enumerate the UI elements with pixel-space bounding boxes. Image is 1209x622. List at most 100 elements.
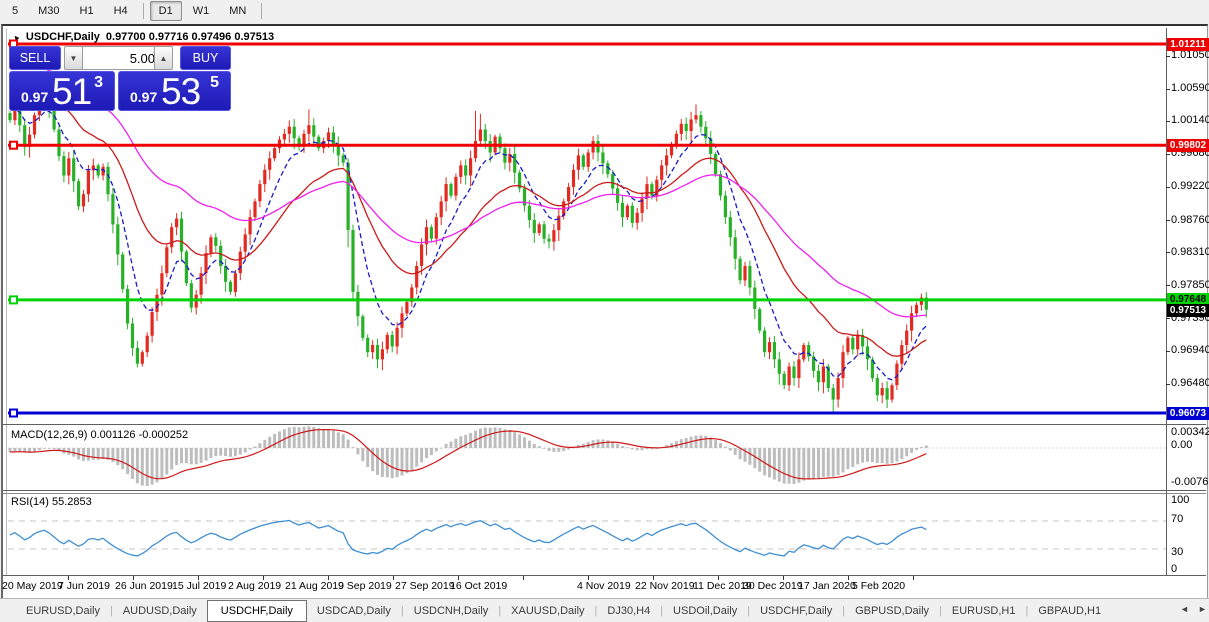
tab-usdoil-daily[interactable]: USDOil,Daily (663, 601, 747, 621)
candle-body (170, 227, 174, 248)
tf-button-W1[interactable]: W1 (184, 1, 219, 21)
macd-histogram-bar (567, 448, 571, 450)
tab-eurusd-daily[interactable]: EURUSD,Daily (16, 601, 110, 621)
macd-histogram-bar (150, 448, 154, 485)
candle-body (179, 218, 184, 252)
macd-histogram-bar (425, 448, 428, 458)
tf-button-5[interactable]: 5 (3, 1, 27, 21)
candle-body (699, 115, 703, 127)
candle-body (748, 266, 752, 288)
date-tick-mark (718, 576, 719, 580)
macd-histogram-bar (248, 448, 252, 450)
macd-histogram-bar (155, 448, 159, 483)
macd-histogram-bar (861, 448, 865, 463)
hline-handle-0.97648[interactable] (9, 295, 18, 305)
macd-histogram-bar (356, 448, 360, 455)
macd-histogram-bar (273, 433, 277, 448)
sell-price-digits: 51 (52, 71, 92, 112)
tf-button-H1[interactable]: H1 (71, 1, 103, 21)
candle-body (576, 155, 580, 170)
tf-button-MN[interactable]: MN (220, 1, 255, 21)
candle-body (689, 119, 693, 131)
hline-handle-0.96073[interactable] (9, 408, 18, 418)
macd-histogram-bar (870, 448, 874, 463)
macd-histogram-bar (645, 448, 649, 450)
candle-body (189, 283, 193, 308)
candle-body (542, 224, 546, 239)
pane-separator[interactable] (3, 490, 1206, 491)
candle-body (459, 165, 463, 177)
sell-price-button[interactable]: 0.97 51 3 (9, 71, 115, 112)
candle-body (160, 273, 164, 295)
price-tick-mark (1166, 252, 1170, 254)
candle-body (469, 158, 473, 176)
candle-body (380, 349, 384, 360)
candle-body (444, 184, 448, 202)
macd-histogram-bar (523, 437, 526, 448)
buy-price-button[interactable]: 0.97 53 5 (118, 71, 231, 112)
candle-body (385, 334, 389, 350)
candle-body (307, 125, 311, 134)
macd-histogram-bar (851, 448, 855, 467)
macd-histogram-bar (405, 448, 409, 474)
buy-button[interactable]: BUY (180, 46, 231, 70)
tab-scroll-left-icon[interactable]: ◄ (1180, 604, 1189, 614)
macd-tick-label: 0.003428 (1171, 426, 1209, 438)
macd-histogram-bar (738, 448, 742, 460)
tf-button-M30[interactable]: M30 (29, 1, 68, 21)
candle-body (581, 155, 585, 167)
tf-button-D1[interactable]: D1 (149, 1, 182, 21)
tab-scroll-right-icon[interactable]: ► (1198, 604, 1207, 614)
price-tick-label: 0.97850 (1171, 278, 1209, 291)
candle-body (635, 212, 639, 223)
date-label: 15 Jul 2019 (172, 580, 227, 592)
tab-gbpaud-h1[interactable]: GBPAUD,H1 (1028, 601, 1111, 621)
sell-price-pip: 3 (94, 74, 103, 91)
tab-eurusd-h1[interactable]: EURUSD,H1 (942, 601, 1026, 621)
candle-body (420, 244, 424, 266)
macd-histogram-bar (900, 448, 904, 460)
volume-decrease-button[interactable]: ▼ (64, 46, 83, 70)
candle-body (366, 337, 370, 353)
candle-body (630, 205, 634, 223)
macd-histogram-bar (915, 448, 918, 450)
tab-usdcad-daily[interactable]: USDCAD,Daily (307, 601, 401, 621)
tab-dj30-h4[interactable]: DJ30,H4 (597, 601, 660, 621)
candle-body (591, 141, 595, 153)
macd-histogram-bar (415, 448, 419, 467)
macd-histogram-bar (410, 448, 414, 471)
candle-body (704, 126, 708, 139)
tab-usdcnh-daily[interactable]: USDCNH,Daily (404, 601, 499, 621)
macd-histogram-bar (346, 439, 350, 448)
macd-histogram-bar (719, 443, 722, 448)
volume-increase-button[interactable]: ▲ (154, 46, 173, 70)
hline-handle-0.99802[interactable] (9, 140, 18, 150)
candle-body (356, 291, 360, 317)
tab-gbpusd-daily[interactable]: GBPUSD,Daily (845, 601, 939, 621)
macd-histogram-bar (846, 448, 850, 470)
candle-body (155, 294, 159, 312)
sell-button[interactable]: SELL (9, 46, 61, 70)
macd-histogram-bar (885, 448, 889, 464)
macd-histogram-bar (821, 448, 825, 477)
tab-usdchf-daily[interactable]: USDCHF,Daily (206, 599, 307, 622)
volume-input[interactable] (82, 46, 162, 70)
price-tick-mark (1166, 186, 1170, 188)
macd-histogram-bar (204, 448, 208, 461)
macd-histogram-bar (831, 448, 835, 477)
tf-button-H4[interactable]: H4 (105, 1, 137, 21)
tab-audusd-daily[interactable]: AUDUSD,Daily (113, 601, 207, 621)
candle-body (782, 373, 786, 386)
macd-histogram-bar (880, 448, 884, 464)
candle-body (645, 184, 649, 199)
tab-xauusd-daily[interactable]: XAUUSD,Daily (501, 601, 594, 621)
macd-histogram-bar (454, 438, 458, 448)
candle-body (831, 388, 835, 400)
rsi-indicator-pane[interactable] (8, 494, 1166, 575)
level-badge-1.01211: 1.01211 (1167, 37, 1209, 51)
candle-body (596, 141, 600, 153)
tab-usdchf-daily[interactable]: USDCHF,Daily (750, 601, 842, 621)
candle-body (449, 184, 453, 196)
current-price-badge: 0.97513 (1167, 304, 1209, 318)
macd-histogram-bar (263, 439, 267, 448)
